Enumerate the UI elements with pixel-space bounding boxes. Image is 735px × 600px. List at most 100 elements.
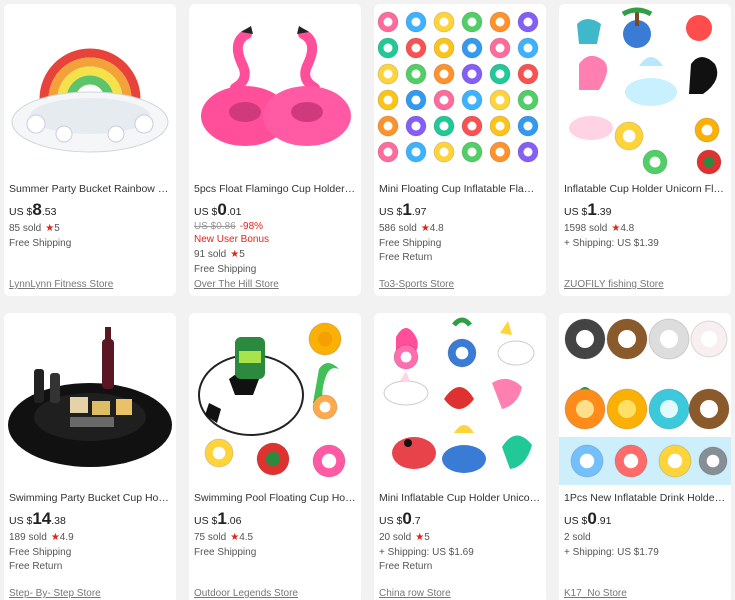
- product-info: 5pcs Float Flamingo Cup Holder C... US $…: [194, 182, 356, 276]
- product-info: Mini Floating Cup Inflatable Flamin... U…: [379, 182, 541, 264]
- free-return: Free Return: [9, 561, 63, 572]
- price-integer: 8: [32, 200, 42, 219]
- store-link[interactable]: Step- By- Step Store: [9, 588, 101, 599]
- price-currency: US $: [379, 515, 403, 527]
- product-price: US $0.7: [379, 509, 541, 529]
- sold-count: 20 sold: [379, 532, 412, 543]
- product-card[interactable]: Swimming Pool Floating Cup Hold... US $1…: [189, 313, 361, 600]
- product-title[interactable]: Swimming Pool Floating Cup Hold...: [194, 491, 356, 505]
- new-user-bonus: New User Bonus: [194, 234, 270, 245]
- sales-rating-row: 75 sold ★4.5: [194, 531, 356, 545]
- star-icon: ★: [45, 223, 55, 234]
- rating-value: 5: [239, 249, 245, 260]
- product-info: Swimming Pool Floating Cup Hold... US $1…: [194, 491, 356, 559]
- price-decimal: .01: [226, 206, 242, 218]
- sold-count: 2 sold: [564, 532, 591, 543]
- store-link[interactable]: K17_No Store: [564, 588, 627, 599]
- price-integer: 0: [587, 509, 597, 528]
- product-image-pink-flamingo[interactable]: [189, 4, 361, 176]
- product-image-animal-rings[interactable]: [559, 313, 731, 485]
- product-image-black-bucket[interactable]: [4, 313, 176, 485]
- product-card[interactable]: Summer Party Bucket Rainbow Clo... US $8…: [4, 4, 176, 296]
- price-integer: 0: [217, 200, 227, 219]
- product-info: Mini Inflatable Cup Holder Unicorn... US…: [379, 491, 541, 573]
- product-image-unicorn-set[interactable]: [559, 4, 731, 176]
- old-price-row: US $0.86 -98%: [194, 220, 356, 233]
- star-icon: ★: [230, 532, 240, 543]
- price-currency: US $: [9, 515, 33, 527]
- price-integer: 0: [402, 509, 412, 528]
- product-card[interactable]: 1Pcs New Inflatable Drink Holder S... US…: [559, 313, 731, 600]
- old-price: US $0.86: [194, 221, 236, 232]
- shipping-info: + Shipping: US $1.39: [564, 238, 659, 249]
- product-price: US $0.91: [564, 509, 726, 529]
- store-link[interactable]: To3-Sports Store: [379, 279, 454, 290]
- product-card[interactable]: Mini Inflatable Cup Holder Unicorn... US…: [374, 313, 546, 600]
- store-link[interactable]: China row Store: [379, 588, 451, 599]
- sold-count: 91 sold: [194, 249, 227, 260]
- product-card[interactable]: Inflatable Cup Holder Unicorn Fla... US …: [559, 4, 731, 296]
- pink-flamingo-illustration: [201, 26, 351, 146]
- free-return: Free Return: [379, 252, 433, 263]
- black-bucket-illustration: [8, 327, 172, 467]
- rating-value: 5: [424, 532, 430, 543]
- product-title[interactable]: Swimming Party Bucket Cup Holde...: [9, 491, 171, 505]
- price-decimal: .91: [596, 515, 612, 527]
- product-title[interactable]: 5pcs Float Flamingo Cup Holder C...: [194, 182, 356, 196]
- sales-rating-row: 1598 sold ★4.8: [564, 222, 726, 236]
- price-integer: 14: [32, 509, 52, 528]
- free-return: Free Return: [379, 561, 433, 572]
- price-currency: US $: [564, 515, 588, 527]
- rating-value: 4.8: [620, 223, 635, 234]
- product-card[interactable]: Mini Floating Cup Inflatable Flamin... U…: [374, 4, 546, 296]
- price-decimal: .53: [41, 206, 57, 218]
- sales-rating-row: 2 sold: [564, 531, 726, 545]
- product-card[interactable]: 5pcs Float Flamingo Cup Holder C... US $…: [189, 4, 361, 296]
- product-card[interactable]: Swimming Party Bucket Cup Holde... US $1…: [4, 313, 176, 600]
- product-info: Inflatable Cup Holder Unicorn Fla... US …: [564, 182, 726, 250]
- product-info: Swimming Party Bucket Cup Holde... US $1…: [9, 491, 171, 573]
- star-icon: ★: [611, 223, 621, 234]
- sold-count: 1598 sold: [564, 223, 608, 234]
- product-image-rainbow-bucket[interactable]: [4, 4, 176, 176]
- store-link[interactable]: LynnLynn Fitness Store: [9, 279, 113, 290]
- product-title[interactable]: Mini Floating Cup Inflatable Flamin...: [379, 182, 541, 196]
- star-icon: ★: [420, 223, 430, 234]
- product-image-soccer-float[interactable]: [189, 313, 361, 485]
- animal-rings-illustration: [559, 318, 731, 485]
- store-link[interactable]: Outdoor Legends Store: [194, 588, 298, 599]
- product-title[interactable]: Mini Inflatable Cup Holder Unicorn...: [379, 491, 541, 505]
- store-link[interactable]: Over The Hill Store: [194, 279, 279, 290]
- product-title[interactable]: 1Pcs New Inflatable Drink Holder S...: [564, 491, 726, 505]
- sales-rating-row: 189 sold ★4.9: [9, 531, 171, 545]
- store-link[interactable]: ZUOFILY fishing Store: [564, 279, 664, 290]
- product-price: US $0.01: [194, 200, 356, 220]
- sales-rating-row: 20 sold ★5: [379, 531, 541, 545]
- price-integer: 1: [587, 200, 597, 219]
- product-info: Summer Party Bucket Rainbow Clo... US $8…: [9, 182, 171, 250]
- rating-value: 4.9: [59, 532, 74, 543]
- product-image-mini-float-grid[interactable]: [374, 4, 546, 176]
- sold-count: 586 sold: [379, 223, 417, 234]
- star-icon: ★: [50, 532, 60, 543]
- product-title[interactable]: Summer Party Bucket Rainbow Clo...: [9, 182, 171, 196]
- rating-value: 4.5: [239, 532, 254, 543]
- sales-rating-row: 85 sold ★5: [9, 222, 171, 236]
- rating-value: 5: [54, 223, 60, 234]
- rating-value: 4.8: [429, 223, 444, 234]
- product-title[interactable]: Inflatable Cup Holder Unicorn Fla...: [564, 182, 726, 196]
- discount-badge: -98%: [239, 221, 264, 232]
- price-integer: 1: [402, 200, 412, 219]
- price-decimal: .97: [411, 206, 427, 218]
- star-icon: ★: [230, 249, 240, 260]
- product-image-mini-animals[interactable]: [374, 313, 546, 485]
- sold-count: 75 sold: [194, 532, 227, 543]
- product-price: US $1.06: [194, 509, 356, 529]
- price-currency: US $: [194, 515, 218, 527]
- product-price: US $1.97: [379, 200, 541, 220]
- shipping-info: Free Shipping: [194, 547, 257, 558]
- sold-count: 85 sold: [9, 223, 42, 234]
- price-currency: US $: [9, 206, 33, 218]
- unicorn-set-illustration: [569, 7, 722, 175]
- sales-rating-row: 91 sold ★5: [194, 248, 356, 262]
